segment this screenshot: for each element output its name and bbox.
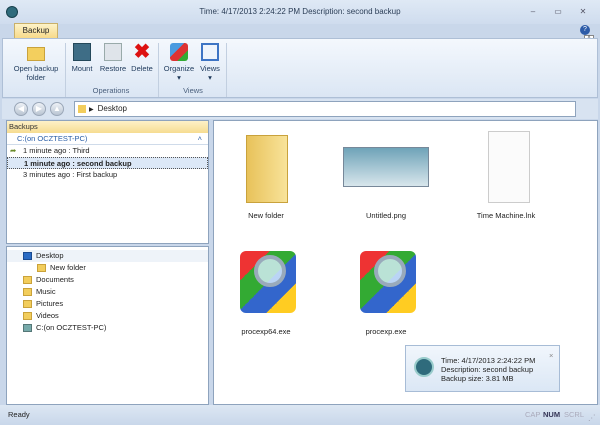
- breadcrumb-desktop[interactable]: Desktop: [98, 104, 127, 113]
- back-button[interactable]: ◀: [14, 102, 28, 116]
- tree-item-new-folder[interactable]: New folder: [7, 262, 208, 274]
- backup-item[interactable]: ➦ 1 minute ago : Third: [7, 145, 208, 157]
- tree-item-videos[interactable]: Videos: [7, 310, 208, 322]
- status-text: Ready: [8, 410, 30, 419]
- restore-button[interactable]: Restore: [97, 43, 129, 73]
- backup-item[interactable]: 3 minutes ago : First backup: [7, 169, 208, 181]
- group-operations-label: Operations: [92, 86, 130, 95]
- tree-item-music[interactable]: Music: [7, 286, 208, 298]
- breadcrumb-arrow-icon[interactable]: ▶: [89, 107, 94, 113]
- status-bar: Ready CAP NUM SCRL ⋰: [0, 405, 600, 425]
- process-explorer-icon: [356, 241, 416, 321]
- views-button[interactable]: Views ▾: [197, 43, 223, 82]
- close-button[interactable]: ✕: [577, 7, 589, 16]
- mount-icon: [73, 43, 91, 61]
- file-item[interactable]: procexp.exe: [336, 241, 436, 336]
- minimize-button[interactable]: –: [527, 7, 539, 16]
- views-icon: [201, 43, 219, 61]
- toast-size: Backup size: 3.81 MB: [441, 374, 514, 383]
- delete-icon: ✖: [133, 41, 151, 63]
- delete-button[interactable]: ✖ Delete: [129, 41, 155, 73]
- folder-tree: Desktop New folder Documents Music Pictu…: [6, 246, 209, 405]
- folder-icon: [78, 105, 86, 113]
- tree-item-documents[interactable]: Documents: [7, 274, 208, 286]
- organize-button[interactable]: Organize ▾: [161, 43, 197, 82]
- help-icon[interactable]: ?: [580, 25, 590, 35]
- toast-close-button[interactable]: ×: [549, 351, 553, 360]
- current-arrow-icon: ➦: [10, 146, 17, 155]
- folder-icon: [23, 276, 32, 285]
- image-thumbnail-icon: [343, 125, 429, 205]
- organize-icon: [170, 43, 188, 61]
- file-item[interactable]: procexp64.exe: [216, 241, 316, 336]
- folder-icon: [23, 300, 32, 309]
- drive-icon: [23, 324, 32, 333]
- mount-button[interactable]: Mount: [68, 43, 96, 73]
- backup-item-selected[interactable]: 1 minute ago : second backup: [7, 157, 208, 169]
- tab-backup[interactable]: Backup: [14, 23, 58, 38]
- desktop-icon: [23, 252, 32, 261]
- divider: [226, 43, 227, 97]
- up-button[interactable]: ▲: [50, 102, 64, 116]
- backups-header: Backups: [7, 121, 208, 133]
- file-item[interactable]: New folder: [216, 125, 316, 220]
- path-input[interactable]: ▶ Desktop: [74, 101, 576, 117]
- num-indicator: NUM: [543, 410, 561, 419]
- toast-time: Time: 4/17/2013 2:24:22 PM: [441, 356, 536, 365]
- tree-item-drive[interactable]: C:(on OCZTEST-PC): [7, 322, 208, 334]
- forward-button[interactable]: ▶: [32, 102, 46, 116]
- backup-info-toast: Time: 4/17/2013 2:24:22 PM Description: …: [405, 345, 560, 392]
- file-item[interactable]: Untitled.png: [336, 125, 436, 220]
- divider: [158, 43, 159, 97]
- toast-description: Description: second backup: [441, 365, 534, 374]
- address-bar: ◀ ▶ ▲ ▶ Desktop: [2, 99, 598, 119]
- folder-icon: [37, 264, 46, 273]
- file-item[interactable]: Time Machine.lnk: [456, 125, 556, 220]
- document-icon: [476, 125, 536, 205]
- folder-icon: [27, 47, 45, 61]
- folder-icon: [23, 312, 32, 321]
- resize-grip[interactable]: ⋰: [588, 413, 596, 422]
- caps-indicator: CAP: [525, 410, 541, 419]
- ribbon: Open backup folder Mount Restore ✖ Delet…: [2, 38, 598, 98]
- time-machine-icon: [414, 357, 434, 377]
- left-pane: Backups C:(on OCZTEST-PC) ˄ ➦ 1 minute ago…: [6, 120, 209, 405]
- maximize-button[interactable]: ▭: [552, 7, 564, 16]
- group-views-label: Views: [183, 86, 203, 95]
- drive-group[interactable]: C:(on OCZTEST-PC) ˄: [7, 133, 208, 145]
- scroll-indicator: SCRL: [564, 410, 585, 419]
- title-bar: Time: 4/17/2013 2:24:22 PM Description: …: [0, 0, 600, 24]
- open-backup-folder-button[interactable]: Open backup folder: [9, 43, 63, 82]
- restore-icon: [104, 43, 122, 61]
- tree-item-desktop[interactable]: Desktop: [7, 250, 208, 262]
- folder-icon: [236, 125, 296, 205]
- folder-icon: [23, 288, 32, 297]
- window-title: Time: 4/17/2013 2:24:22 PM Description: …: [199, 7, 401, 16]
- backups-panel: Backups C:(on OCZTEST-PC) ˄ ➦ 1 minute ago…: [6, 120, 209, 244]
- tree-item-pictures[interactable]: Pictures: [7, 298, 208, 310]
- collapse-icon[interactable]: ˄: [198, 133, 202, 145]
- process-explorer-icon: [236, 241, 296, 321]
